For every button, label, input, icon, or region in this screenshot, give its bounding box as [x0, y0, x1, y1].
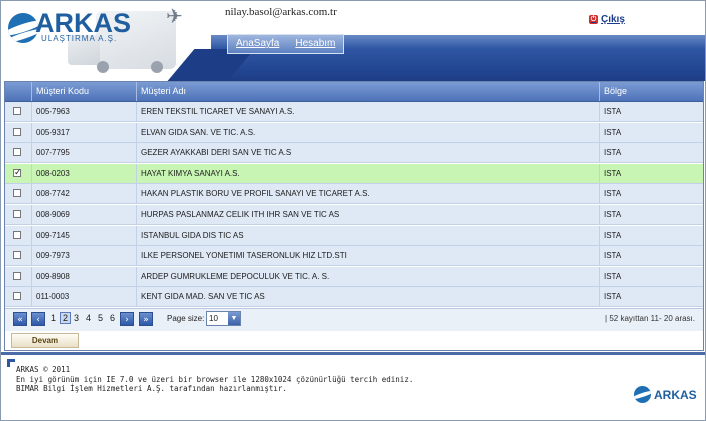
row-checkbox[interactable]	[13, 251, 21, 260]
nav-menu: AnaSayfa Hesabım	[227, 34, 345, 54]
pager: « ‹ 1 2 3 4 5 6 › » Page size: 10 ▼ | 52…	[5, 308, 703, 331]
chevron-down-icon[interactable]: ▼	[228, 312, 240, 325]
row-checkbox[interactable]	[13, 210, 21, 218]
page-1[interactable]: 1	[51, 313, 56, 323]
page-2-current[interactable]: 2	[60, 312, 72, 324]
cell-customer-code: 008-7742	[31, 184, 136, 205]
table-row[interactable]: 007-7795 GEZER AYAKKABI DERI SAN VE TIC A…	[5, 143, 703, 164]
cell-customer-name: EREN TEKSTIL TICARET VE SANAYI A.S.	[136, 102, 599, 122]
page-3[interactable]: 3	[74, 313, 79, 323]
column-header-region[interactable]: Bölge	[599, 82, 703, 101]
logo-circle-icon	[8, 13, 38, 43]
cell-region: ISTA	[599, 102, 703, 122]
footer-credit: BIMAR Bilgi İşlem Hizmetleri A.Ş. tarafı…	[16, 384, 287, 393]
cell-customer-name: ISTANBUL GIDA DIS TIC AS	[136, 225, 599, 246]
nav-home[interactable]: AnaSayfa	[228, 35, 287, 53]
footer-browser-note: En iyi görünüm için IE 7.0 ve üzeri bir …	[16, 374, 414, 384]
power-icon: ⏻	[589, 15, 598, 24]
user-email: nilay.basol@arkas.com.tr	[225, 6, 337, 18]
app-frame: ✈ ARKAS ULAŞTIRMA A.Ş. nilay.basol@arkas…	[0, 0, 706, 421]
column-header-customer-name[interactable]: Müşteri Adı	[136, 82, 599, 101]
row-checkbox[interactable]	[13, 127, 21, 136]
page-6[interactable]: 6	[110, 313, 115, 323]
cell-customer-code: 009-7973	[31, 246, 136, 267]
truck-wheel	[151, 61, 163, 73]
cell-customer-name: GEZER AYAKKABI DERI SAN VE TIC A.S	[136, 143, 599, 164]
cell-region: ISTA	[599, 287, 703, 308]
logo-circle-icon	[634, 386, 651, 403]
row-checkbox[interactable]	[13, 189, 21, 198]
header: ✈ ARKAS ULAŞTIRMA A.Ş. nilay.basol@arkas…	[1, 1, 705, 81]
cell-customer-name: ILKE PERSONEL YONETIMI TASERONLUK HIZ LT…	[136, 246, 599, 267]
cell-customer-code: 008-9069	[31, 205, 136, 225]
table-row[interactable]: 009-7973 ILKE PERSONEL YONETIMI TASERONLU…	[5, 246, 703, 267]
cell-customer-code: 005-9317	[31, 122, 136, 143]
logo-subtitle: ULAŞTIRMA A.Ş.	[41, 34, 118, 43]
table-row[interactable]: 008-9069 HURPAS PASLANMAZ CELIK ITH IHR S…	[5, 205, 703, 225]
footer-text: ARKAS © 2011 En iyi görünüm için IE 7.0 …	[16, 365, 413, 394]
footer-logo-text: ARKAS	[654, 387, 697, 402]
cell-customer-code: 009-8908	[31, 266, 136, 287]
row-checkbox[interactable]	[13, 107, 21, 115]
row-checkbox[interactable]	[13, 271, 21, 280]
continue-button[interactable]: Devam	[11, 333, 79, 348]
cell-customer-name: ARDEP GUMRUKLEME DEPOCULUK VE TIC. A. S.	[136, 266, 599, 287]
paging-summary: | 52 kayıttan 11- 20 arası.	[605, 314, 695, 323]
cell-customer-code: 008-0203	[31, 163, 136, 184]
first-page-button[interactable]: «	[13, 312, 27, 326]
cell-region: ISTA	[599, 225, 703, 246]
table-row[interactable]: 009-7145 ISTANBUL GIDA DIS TIC AS ISTA	[5, 225, 703, 246]
page-5[interactable]: 5	[98, 313, 103, 323]
row-checkbox[interactable]: ✓	[13, 168, 22, 177]
nav-account[interactable]: Hesabım	[287, 35, 343, 53]
page-size-label: Page size:	[167, 314, 205, 323]
plane-icon: ✈	[166, 4, 183, 28]
customer-grid-panel: Müşteri Kodu Müşteri Adı Bölge 005-7963 E…	[4, 81, 704, 351]
cell-customer-name: KENT GIDA MAD. SAN VE TIC AS	[136, 287, 599, 308]
cell-region: ISTA	[599, 163, 703, 184]
row-checkbox[interactable]	[13, 292, 21, 301]
table-row[interactable]: 008-7742 HAKAN PLASTIK BORU VE PROFIL SAN…	[5, 184, 703, 205]
page-size-value: 10	[209, 314, 218, 323]
table-row[interactable]: 005-7963 EREN TEKSTIL TICARET VE SANAYI A…	[5, 102, 703, 122]
table-row[interactable]: 011-0003 KENT GIDA MAD. SAN VE TIC AS ISTA	[5, 287, 703, 308]
corner-icon	[7, 359, 15, 367]
cell-region: ISTA	[599, 184, 703, 205]
grid-header: Müşteri Kodu Müşteri Adı Bölge	[5, 82, 703, 102]
next-page-button[interactable]: ›	[120, 312, 134, 326]
logout-link[interactable]: ⏻ Çıkış	[589, 14, 625, 25]
cell-customer-code: 009-7145	[31, 225, 136, 246]
footer-copyright: ARKAS © 2011	[16, 365, 71, 374]
truck-wheel	[97, 61, 109, 73]
cell-customer-name: HAYAT KIMYA SANAYI A.S.	[136, 163, 599, 184]
page-4[interactable]: 4	[86, 313, 91, 323]
cell-region: ISTA	[599, 246, 703, 267]
cell-region: ISTA	[599, 143, 703, 164]
cell-customer-name: ELVAN GIDA SAN. VE TIC. A.S.	[136, 122, 599, 143]
table-row[interactable]: ✓ 008-0203 HAYAT KIMYA SANAYI A.S. ISTA	[5, 163, 703, 184]
prev-page-button[interactable]: ‹	[31, 312, 45, 326]
column-header-customer-code[interactable]: Müşteri Kodu	[31, 82, 136, 101]
cell-customer-code: 011-0003	[31, 287, 136, 308]
cell-customer-code: 005-7963	[31, 102, 136, 122]
logout-label: Çıkış	[601, 14, 625, 25]
cell-customer-code: 007-7795	[31, 143, 136, 164]
footer: ARKAS © 2011 En iyi görünüm için IE 7.0 …	[1, 355, 705, 420]
cell-region: ISTA	[599, 122, 703, 143]
cell-region: ISTA	[599, 205, 703, 225]
cell-customer-name: HURPAS PASLANMAZ CELIK ITH IHR SAN VE TI…	[136, 205, 599, 225]
row-checkbox[interactable]	[13, 148, 21, 157]
table-row[interactable]: 005-9317 ELVAN GIDA SAN. VE TIC. A.S. ISTA	[5, 122, 703, 143]
footer-logo: ARKAS	[634, 386, 697, 403]
cell-region: ISTA	[599, 266, 703, 287]
row-checkbox[interactable]	[13, 230, 21, 239]
table-row[interactable]: 009-8908 ARDEP GUMRUKLEME DEPOCULUK VE TI…	[5, 266, 703, 287]
cell-customer-name: HAKAN PLASTIK BORU VE PROFIL SANAYI VE T…	[136, 184, 599, 205]
page-size-select[interactable]: 10 ▼	[206, 311, 241, 326]
last-page-button[interactable]: »	[139, 312, 153, 326]
